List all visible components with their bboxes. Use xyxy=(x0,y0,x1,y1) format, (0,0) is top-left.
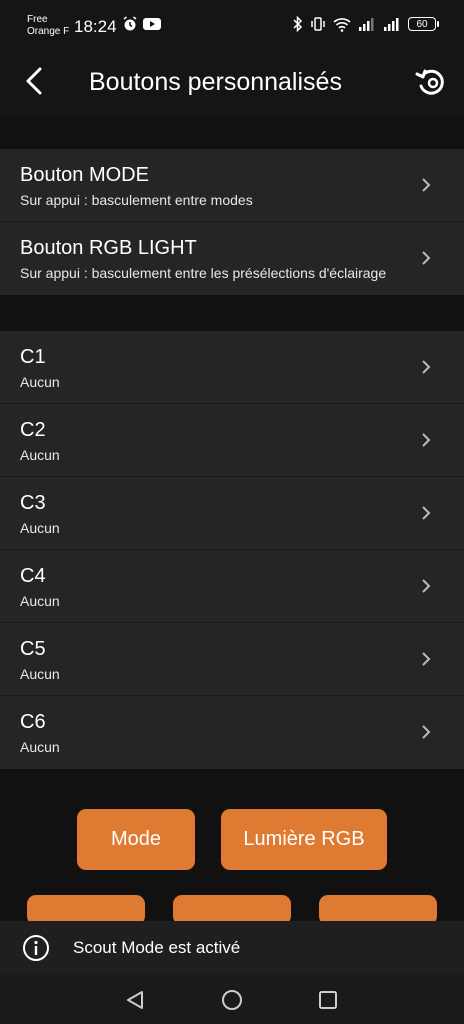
row-title: Bouton RGB LIGHT xyxy=(20,237,197,259)
row-bouton-rgb-light[interactable]: Bouton RGB LIGHT Sur appui : basculement… xyxy=(0,222,464,295)
signal-icon-2 xyxy=(384,18,399,31)
chevron-right-icon xyxy=(422,579,431,593)
row-c2[interactable]: C2 Aucun xyxy=(0,404,464,477)
row-subtitle: Aucun xyxy=(20,447,60,463)
row-title: C6 xyxy=(20,711,46,733)
chevron-right-icon xyxy=(422,360,431,374)
vibrate-icon xyxy=(311,17,325,31)
carrier-line-2: Orange F xyxy=(27,26,70,37)
row-c3[interactable]: C3 Aucun xyxy=(0,477,464,550)
row-subtitle: Sur appui : basculement entre les présél… xyxy=(20,265,387,281)
nav-back-icon[interactable] xyxy=(124,989,146,1011)
row-c5[interactable]: C5 Aucun xyxy=(0,623,464,696)
chevron-right-icon xyxy=(422,251,431,265)
custom-buttons-list: C1 Aucun C2 Aucun C3 Aucun C4 Aucun C5 A… xyxy=(0,331,464,769)
system-nav-bar xyxy=(0,975,464,1024)
signal-icon-1 xyxy=(359,18,374,31)
row-title: C4 xyxy=(20,565,46,587)
back-arrow-icon[interactable] xyxy=(22,66,50,96)
chevron-right-icon xyxy=(422,725,431,739)
nav-recents-icon[interactable] xyxy=(318,990,338,1010)
page-title: Boutons personnalisés xyxy=(89,68,342,96)
row-title: C2 xyxy=(20,419,46,441)
rgb-light-button[interactable]: Lumière RGB xyxy=(221,809,387,870)
row-subtitle: Aucun xyxy=(20,593,60,609)
row-title: C5 xyxy=(20,638,46,660)
row-bouton-mode[interactable]: Bouton MODE Sur appui : basculement entr… xyxy=(0,149,464,222)
row-title: Bouton MODE xyxy=(20,164,149,186)
row-subtitle: Sur appui : basculement entre modes xyxy=(20,192,253,208)
row-c1[interactable]: C1 Aucun xyxy=(0,331,464,404)
row-title: C1 xyxy=(20,346,46,368)
chevron-right-icon xyxy=(422,652,431,666)
reset-icon[interactable] xyxy=(414,66,448,98)
chevron-right-icon xyxy=(422,506,431,520)
row-c4[interactable]: C4 Aucun xyxy=(0,550,464,623)
row-title: C3 xyxy=(20,492,46,514)
row-subtitle: Aucun xyxy=(20,374,60,390)
clock: 18:24 xyxy=(74,17,117,36)
row-subtitle: Aucun xyxy=(20,666,60,682)
chevron-right-icon xyxy=(422,178,431,192)
alarm-icon xyxy=(123,16,137,31)
row-c6[interactable]: C6 Aucun xyxy=(0,696,464,769)
system-buttons-list: Bouton MODE Sur appui : basculement entr… xyxy=(0,149,464,295)
info-icon xyxy=(23,935,49,961)
carrier-line-1: Free xyxy=(27,14,48,25)
toast-message: Scout Mode est activé xyxy=(73,938,241,957)
wifi-icon xyxy=(333,17,351,32)
mode-button[interactable]: Mode xyxy=(77,809,195,870)
nav-home-icon[interactable] xyxy=(221,989,243,1011)
carrier-label: Free Orange F xyxy=(27,14,69,38)
youtube-icon xyxy=(143,18,161,30)
app-header: Boutons personnalisés xyxy=(0,56,464,116)
battery-icon: 60 xyxy=(408,17,439,31)
status-bar: Free Orange F 18:24 60 xyxy=(0,0,464,56)
status-toast: Scout Mode est activé xyxy=(0,921,464,975)
row-subtitle: Aucun xyxy=(20,520,60,536)
chevron-right-icon xyxy=(422,433,431,447)
bluetooth-icon xyxy=(293,16,303,32)
row-subtitle: Aucun xyxy=(20,739,60,755)
